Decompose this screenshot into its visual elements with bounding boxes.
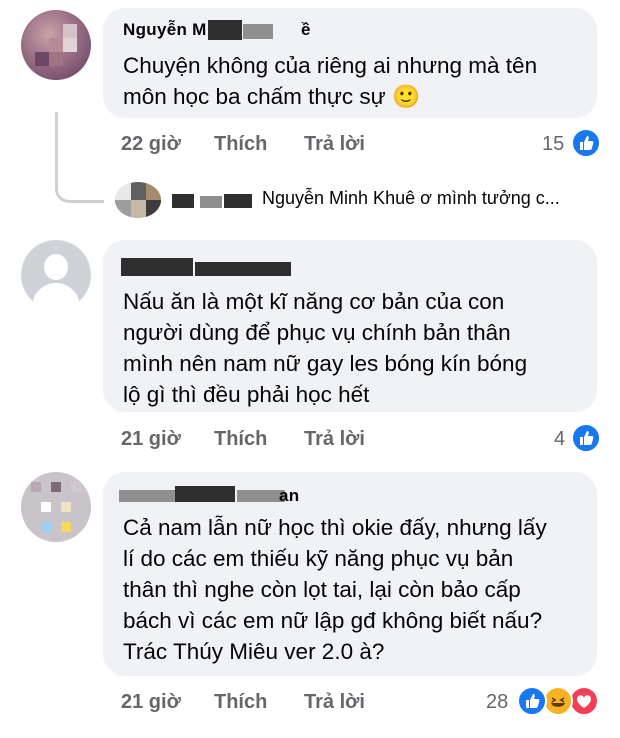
- comment-bubble: Nấu ăn là một kĩ năng cơ bản của con ngư…: [103, 240, 597, 412]
- author-name-suffix: ề: [301, 20, 311, 39]
- comment-bubble: Nguyễn M ề Chuyện không của riêng ai như…: [103, 8, 597, 118]
- avatar[interactable]: [21, 10, 91, 80]
- author-name[interactable]: an: [279, 486, 299, 506]
- reply-avatar[interactable]: [115, 182, 161, 218]
- comment-time[interactable]: 21 giờ: [121, 691, 181, 714]
- comment-time[interactable]: 22 giờ: [121, 133, 181, 156]
- comment-text: Chuyện không của riêng ai nhưng mà tên m…: [123, 53, 538, 110]
- like-icon[interactable]: [571, 423, 601, 453]
- haha-icon[interactable]: [543, 686, 573, 716]
- comment-text: Cả nam lẫn nữ học thì okie đấy, nhưng lấ…: [123, 515, 547, 664]
- default-avatar-head: [44, 254, 68, 280]
- love-icon[interactable]: [569, 686, 599, 716]
- comment-text: Nấu ăn là một kĩ năng cơ bản của con ngư…: [123, 289, 528, 407]
- avatar[interactable]: [21, 240, 91, 310]
- reaction-count[interactable]: 28: [486, 691, 508, 714]
- comment-bubble: an Cả nam lẫn nữ học thì okie đấy, nhưng…: [103, 472, 597, 676]
- like-button[interactable]: Thích: [214, 133, 267, 156]
- like-icon[interactable]: [571, 128, 601, 158]
- redacted-name-block: [224, 194, 252, 208]
- redacted-name-block: [119, 490, 175, 502]
- smile-emoji-icon: 🙂: [392, 84, 421, 110]
- reaction-count[interactable]: 4: [554, 428, 565, 451]
- redacted-name-block: [237, 490, 285, 502]
- reply-button[interactable]: Trả lời: [304, 691, 365, 714]
- like-button[interactable]: Thích: [214, 428, 267, 451]
- redacted-name-block: [172, 194, 194, 208]
- redacted-name-block: [200, 196, 222, 208]
- redacted-name-block: [243, 24, 273, 39]
- like-icon[interactable]: [517, 686, 547, 716]
- reply-button[interactable]: Trả lời: [304, 133, 365, 156]
- redacted-name-block: [208, 20, 242, 40]
- reaction-count[interactable]: 15: [542, 133, 564, 156]
- redacted-name-block: [195, 262, 291, 276]
- reply-button[interactable]: Trả lời: [304, 428, 365, 451]
- reply-thread-line: [55, 112, 104, 203]
- reply-preview-text[interactable]: Nguyễn Minh Khuê ơ mình tưởng c...: [262, 188, 560, 209]
- redacted-name-block: [175, 486, 235, 502]
- author-name[interactable]: Nguyễn M: [123, 20, 207, 40]
- comment-time[interactable]: 21 giờ: [121, 428, 181, 451]
- redacted-name-block: [121, 258, 193, 276]
- like-button[interactable]: Thích: [214, 691, 267, 714]
- avatar[interactable]: [21, 472, 91, 542]
- default-avatar-body: [32, 283, 80, 310]
